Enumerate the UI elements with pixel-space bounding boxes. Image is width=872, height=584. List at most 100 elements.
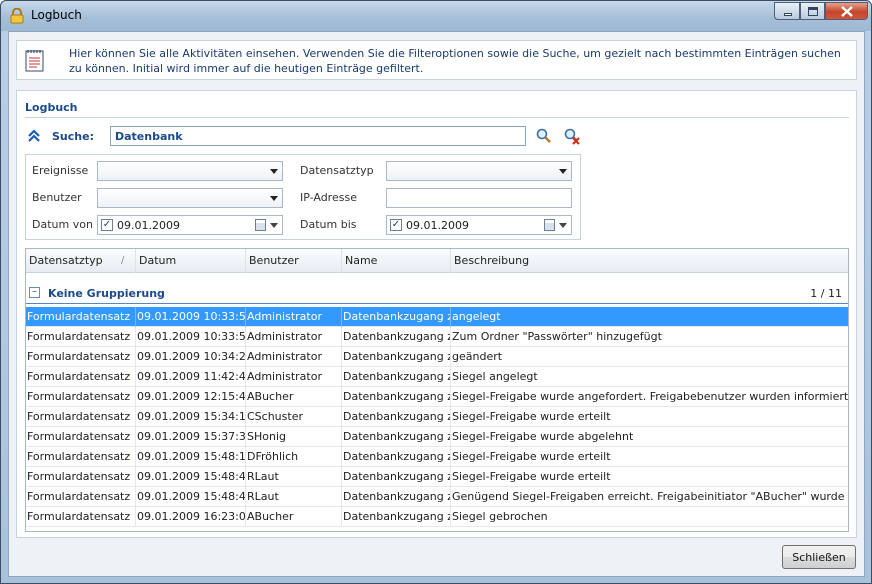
cell-datum: 09.01.2009 10:33:57: [136, 327, 246, 347]
logbuch-panel: Logbuch Suche: Ereignisse: [16, 90, 857, 538]
close-window-button[interactable]: [825, 2, 868, 20]
filter-panel: Ereignisse Benutzer Datum von ✓ 09.01.20…: [25, 154, 581, 240]
cell-datensatztyp: Formulardatensatz: [26, 307, 136, 327]
table-row[interactable]: Formulardatensatz 09.01.2009 11:42:46 Admi…: [26, 367, 848, 387]
cell-datensatztyp: Formulardatensatz: [26, 447, 136, 467]
cell-datum: 09.01.2009 15:48:45: [136, 467, 246, 487]
cell-benutzer: RLaut: [246, 467, 342, 487]
chevron-down-icon[interactable]: [270, 223, 278, 228]
ip-adresse-label: IP-Adresse: [300, 191, 357, 204]
cell-datum: 09.01.2009 15:37:32: [136, 427, 246, 447]
maximize-button[interactable]: [800, 2, 825, 20]
cell-datum: 09.01.2009 11:42:46: [136, 367, 246, 387]
datensatztyp-dropdown[interactable]: [386, 161, 572, 181]
cell-benutzer: Administrator: [246, 347, 342, 367]
cell-datum: 09.01.2009 15:34:17: [136, 407, 246, 427]
magnifier-icon[interactable]: [535, 127, 553, 145]
cell-beschreibung: angelegt: [452, 310, 501, 323]
datum-bis-picker[interactable]: ✓ 09.01.2009: [386, 215, 572, 235]
column-header-datensatztyp[interactable]: Datensatztyp: [26, 249, 136, 273]
double-chevron-up-icon[interactable]: [27, 129, 41, 143]
lock-icon: [10, 8, 24, 24]
minimize-icon: [784, 13, 792, 16]
table-row[interactable]: Formulardatensatz 09.01.2009 15:48:10 DFrö…: [26, 447, 848, 467]
cell-datensatztyp: Formulardatensatz: [26, 427, 136, 447]
table-row[interactable]: Formulardatensatz 09.01.2009 16:23:09 ABuc…: [26, 507, 848, 527]
dialog-body: Hier können Sie alle Aktivitäten einsehe…: [8, 31, 865, 577]
benutzer-dropdown[interactable]: [97, 188, 283, 208]
collapse-group-icon[interactable]: –: [29, 287, 40, 298]
cell-name: Datenbankzugang zur: [342, 347, 451, 367]
info-text: Hier können Sie alle Aktivitäten einsehe…: [69, 47, 841, 75]
grid-header: Datensatztyp / Datum Benutzer Name Besch…: [26, 249, 848, 273]
cell-datensatztyp: Formulardatensatz: [26, 367, 136, 387]
group-label: Keine Gruppierung: [48, 287, 165, 300]
cell-benutzer: Administrator: [246, 307, 342, 327]
cell-datum: 09.01.2009 16:23:09: [136, 507, 246, 527]
chevron-down-icon[interactable]: [559, 223, 567, 228]
column-header-beschreibung[interactable]: Beschreibung: [451, 249, 848, 273]
column-header-name[interactable]: Name: [342, 249, 451, 273]
cell-datensatztyp: Formulardatensatz: [26, 507, 136, 527]
datum-bis-checkbox[interactable]: ✓: [390, 219, 402, 231]
column-header-benutzer[interactable]: Benutzer: [246, 249, 342, 273]
cell-benutzer: Administrator: [246, 367, 342, 387]
cell-beschreibung: Siegel gebrochen: [452, 510, 548, 523]
cell-beschreibung: Siegel angelegt: [452, 370, 538, 383]
datum-von-label: Datum von: [32, 218, 93, 231]
logbuch-window: Logbuch Hier können Sie alle Aktivitäten…: [0, 0, 872, 584]
calendar-icon[interactable]: [544, 219, 555, 231]
cell-beschreibung: Siegel-Freigabe wurde erteilt: [452, 470, 611, 483]
cell-datensatztyp: Formulardatensatz: [26, 407, 136, 427]
table-row[interactable]: Formulardatensatz 09.01.2009 15:37:32 SHon…: [26, 427, 848, 447]
cell-name: Datenbankzugang zur: [342, 387, 451, 407]
ip-adresse-input[interactable]: [386, 188, 572, 208]
column-header-datum[interactable]: Datum: [136, 249, 246, 273]
sort-indicator-icon: /: [121, 255, 125, 266]
cell-datensatztyp: Formulardatensatz: [26, 487, 136, 507]
table-row[interactable]: Formulardatensatz 09.01.2009 10:34:28 Admi…: [26, 347, 848, 367]
cell-beschreibung: Zum Ordner "Passwörter" hinzugefügt: [452, 330, 662, 343]
table-row[interactable]: Formulardatensatz 09.01.2009 15:48:45 RLau…: [26, 467, 848, 487]
cell-name: Datenbankzugang zur: [342, 407, 451, 427]
table-row[interactable]: Formulardatensatz 09.01.2009 10:33:57 Admi…: [26, 307, 848, 327]
datum-von-picker[interactable]: ✓ 09.01.2009: [97, 215, 283, 235]
cell-name: Datenbankzugang zur: [342, 307, 451, 327]
ereignisse-label: Ereignisse: [32, 164, 89, 177]
benutzer-label: Benutzer: [32, 191, 82, 204]
cell-name: Datenbankzugang zur: [342, 367, 451, 387]
magnifier-clear-icon[interactable]: [563, 127, 581, 145]
datum-bis-label: Datum bis: [300, 218, 357, 231]
group-count: 1 / 11: [810, 287, 842, 300]
cell-name: Datenbankzugang zur: [342, 507, 451, 527]
ereignisse-dropdown[interactable]: [97, 161, 283, 181]
cell-name: Datenbankzugang zur: [342, 467, 451, 487]
minimize-button[interactable]: [774, 2, 800, 20]
cell-benutzer: DFröhlich: [246, 447, 342, 467]
table-row[interactable]: Formulardatensatz 09.01.2009 10:33:57 Admi…: [26, 327, 848, 347]
calendar-icon[interactable]: [255, 219, 266, 231]
cell-datum: 09.01.2009 12:15:43: [136, 387, 246, 407]
close-button[interactable]: Schließen: [782, 545, 856, 569]
cell-datensatztyp: Formulardatensatz: [26, 327, 136, 347]
cell-beschreibung: Siegel-Freigabe wurde erteilt: [452, 410, 611, 423]
table-row[interactable]: Formulardatensatz 09.01.2009 15:34:17 CSch…: [26, 407, 848, 427]
grid-rows: Formulardatensatz 09.01.2009 10:33:57 Admi…: [26, 307, 848, 527]
close-icon: [841, 6, 853, 17]
cell-datensatztyp: Formulardatensatz: [26, 467, 136, 487]
table-row[interactable]: Formulardatensatz 09.01.2009 15:48:45 RLau…: [26, 487, 848, 507]
table-row[interactable]: Formulardatensatz 09.01.2009 12:15:43 ABuc…: [26, 387, 848, 407]
cell-datum: 09.01.2009 15:48:10: [136, 447, 246, 467]
search-input[interactable]: [110, 126, 526, 146]
title-bar[interactable]: Logbuch: [1, 1, 871, 31]
group-row[interactable]: – Keine Gruppierung 1 / 11: [26, 284, 848, 304]
cell-datum: 09.01.2009 10:34:28: [136, 347, 246, 367]
panel-divider: [25, 117, 849, 118]
datum-von-checkbox[interactable]: ✓: [101, 219, 113, 231]
panel-title: Logbuch: [25, 101, 78, 114]
datum-von-value: 09.01.2009: [117, 219, 180, 232]
info-box: Hier können Sie alle Aktivitäten einsehe…: [16, 40, 857, 80]
chevron-down-icon: [270, 196, 278, 201]
cell-benutzer: RLaut: [246, 487, 342, 507]
cell-beschreibung: geändert: [452, 350, 503, 363]
